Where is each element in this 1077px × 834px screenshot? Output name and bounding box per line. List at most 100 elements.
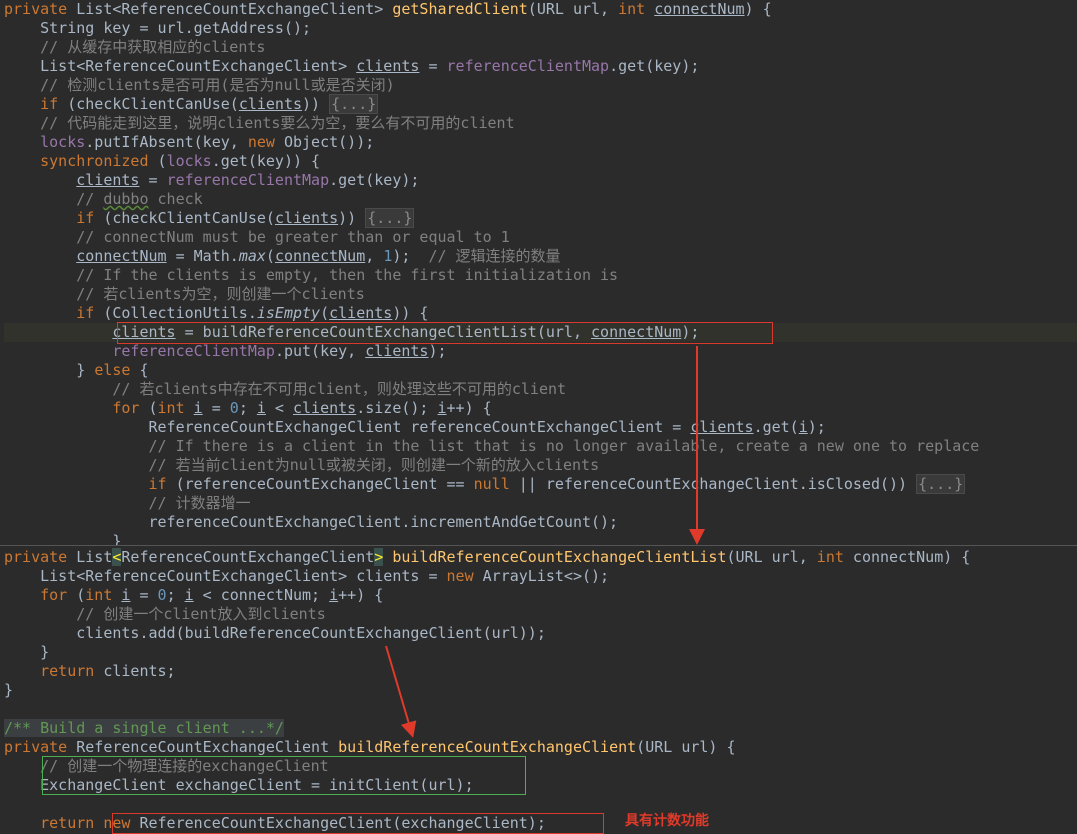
code-token: ); xyxy=(681,323,700,341)
code-line[interactable]: // 创建一个物理连接的exchangeClient xyxy=(4,757,329,776)
code-token: , xyxy=(365,247,384,265)
code-line[interactable]: } xyxy=(4,643,49,662)
code-token: < xyxy=(265,399,293,417)
code-token: /** Build a single client ...*/ xyxy=(4,719,284,737)
code-token: private xyxy=(4,548,77,566)
code-line[interactable]: // 若clients为空，则创建一个clients xyxy=(4,285,365,304)
code-line[interactable]: // 若当前client为null或被关闭，则创建一个新的放入clients xyxy=(4,456,599,475)
code-token: connectNum) { xyxy=(852,548,971,566)
code-line[interactable]: clients.add(buildReferenceCountExchangeC… xyxy=(4,624,546,643)
code-token: buildReferenceCountExchangeClientList xyxy=(392,548,727,566)
code-line[interactable]: ExchangeClient exchangeClient = initClie… xyxy=(4,776,474,795)
code-line[interactable]: ReferenceCountExchangeClient referenceCo… xyxy=(4,418,825,437)
code-line[interactable]: for (int i = 0; i < clients.size(); i++)… xyxy=(4,399,492,418)
code-line[interactable]: // If there is a client in the list that… xyxy=(4,437,979,456)
code-line[interactable]: clients = referenceClientMap.get(key); xyxy=(4,171,419,190)
code-token: if xyxy=(4,95,68,113)
code-line[interactable]: for (int i = 0; i < connectNum; i++) { xyxy=(4,586,383,605)
code-token: dubbo xyxy=(103,190,149,208)
code-token: // 创建一个client放入到clients xyxy=(4,605,326,623)
code-token: clients xyxy=(365,342,429,360)
code-editor-bottom[interactable]: private List<ReferenceCountExchangeClien… xyxy=(0,546,1077,834)
code-line[interactable]: return new ReferenceCountExchangeClient(… xyxy=(4,814,546,833)
code-token: ( xyxy=(320,304,330,322)
code-fold-toggle[interactable]: {...} xyxy=(329,94,379,114)
code-line[interactable]: private List<ReferenceCountExchangeClien… xyxy=(4,548,970,567)
code-line[interactable]: // 计数器增一 xyxy=(4,494,250,513)
code-token: )) xyxy=(302,95,330,113)
code-token: ( xyxy=(157,152,167,170)
code-line[interactable]: clients = buildReferenceCountExchangeCli… xyxy=(4,323,1077,342)
code-token: ReferenceCountExchangeClient xyxy=(76,738,339,756)
code-line[interactable]: List<ReferenceCountExchangeClient> clien… xyxy=(4,57,699,76)
code-line[interactable]: referenceClientMap.put(key, clients); xyxy=(4,342,446,361)
code-token: int xyxy=(157,399,194,417)
code-line[interactable]: String key = url.getAddress(); xyxy=(4,19,311,38)
code-line[interactable]: synchronized (locks.get(key)) { xyxy=(4,152,320,171)
code-token: // 若当前client为null或被关闭，则创建一个新的放入clients xyxy=(4,456,600,474)
code-line[interactable]: referenceCountExchangeClient.incrementAn… xyxy=(4,513,618,532)
code-token: // If the clients is empty, then the fir… xyxy=(4,266,619,284)
code-line[interactable]: // 若clients中存在不可用client，则处理这些不可用的client xyxy=(4,380,566,399)
code-token: ReferenceCountExchangeClient referenceCo… xyxy=(4,418,691,436)
code-token: clients xyxy=(238,95,303,113)
code-line[interactable]: // connectNum must be greater than or eq… xyxy=(4,228,510,247)
code-token: referenceClientMap xyxy=(166,171,330,189)
code-token: (URL url, xyxy=(726,548,817,566)
code-line[interactable]: // 创建一个client放入到clients xyxy=(4,605,326,624)
code-line[interactable]: if (CollectionUtils.isEmpty(clients)) { xyxy=(4,304,428,323)
code-token: connectNum xyxy=(654,0,745,18)
code-token: referenceClientMap xyxy=(112,342,275,360)
code-token: clients xyxy=(690,418,754,436)
code-token: ( xyxy=(148,399,158,417)
code-token: ++) { xyxy=(446,399,492,417)
code-line[interactable]: if (checkClientCanUse(clients)) {...} xyxy=(4,94,379,114)
code-line[interactable]: List<ReferenceCountExchangeClient> clien… xyxy=(4,567,609,586)
code-token: .put(key, xyxy=(274,342,366,360)
code-token: ( xyxy=(76,586,86,604)
code-token: i xyxy=(256,399,266,417)
code-editor-top[interactable]: private List<ReferenceCountExchangeClien… xyxy=(0,0,1077,545)
code-fold-toggle[interactable]: {...} xyxy=(916,474,966,494)
code-line[interactable]: if (referenceCountExchangeClient == null… xyxy=(4,474,966,494)
code-token: ReferenceCountExchangeClient xyxy=(121,548,375,566)
code-line[interactable]: // If the clients is empty, then the fir… xyxy=(4,266,618,285)
code-token: clients xyxy=(76,171,140,189)
code-token: if xyxy=(4,475,176,493)
code-token: .putIfAbsent(key, xyxy=(85,133,248,151)
code-line[interactable]: // 代码能走到这里，说明clients要么为空，要么有不可用的client xyxy=(4,114,515,133)
code-fold-toggle[interactable]: {...} xyxy=(365,208,415,228)
code-token: = xyxy=(130,586,158,604)
code-token: locks xyxy=(166,152,212,170)
code-line[interactable]: // 从缓存中获取相应的clients xyxy=(4,38,265,57)
code-token: (referenceCountExchangeClient == xyxy=(175,475,474,493)
code-line[interactable]: // dubbo check xyxy=(4,190,202,209)
code-token: else xyxy=(94,361,140,379)
code-token: 1 xyxy=(383,247,393,265)
code-line[interactable]: return clients; xyxy=(4,662,176,681)
code-line[interactable]: connectNum = Math.max(connectNum, 1); //… xyxy=(4,247,560,266)
code-token: referenceClientMap xyxy=(446,57,610,75)
code-line[interactable]: } xyxy=(4,681,13,700)
code-line[interactable]: locks.putIfAbsent(key, new Object()); xyxy=(4,133,374,152)
code-line[interactable]: private List<ReferenceCountExchangeClien… xyxy=(4,0,772,19)
code-token: = xyxy=(419,57,447,75)
code-line[interactable]: } xyxy=(4,532,121,545)
code-line[interactable]: if (checkClientCanUse(clients)) {...} xyxy=(4,208,415,228)
code-line[interactable]: // 检测clients是否可用(是否为null或是否关闭) xyxy=(4,76,395,95)
code-token: (URL url) { xyxy=(636,738,736,756)
code-token: List<ReferenceCountExchangeClient> xyxy=(4,57,357,75)
code-token: < connectNum; xyxy=(193,586,330,604)
code-token: clients xyxy=(329,304,393,322)
code-token: = xyxy=(139,171,167,189)
code-token: = buildReferenceCountExchangeClientList(… xyxy=(175,323,592,341)
code-line[interactable]: private ReferenceCountExchangeClient bui… xyxy=(4,738,736,757)
code-token: int xyxy=(816,548,853,566)
code-token: ++) { xyxy=(338,586,384,604)
code-line[interactable]: /** Build a single client ...*/ xyxy=(4,719,284,738)
code-token: i xyxy=(329,586,339,604)
code-token: clients; xyxy=(103,662,176,680)
code-line[interactable]: } else { xyxy=(4,361,148,380)
